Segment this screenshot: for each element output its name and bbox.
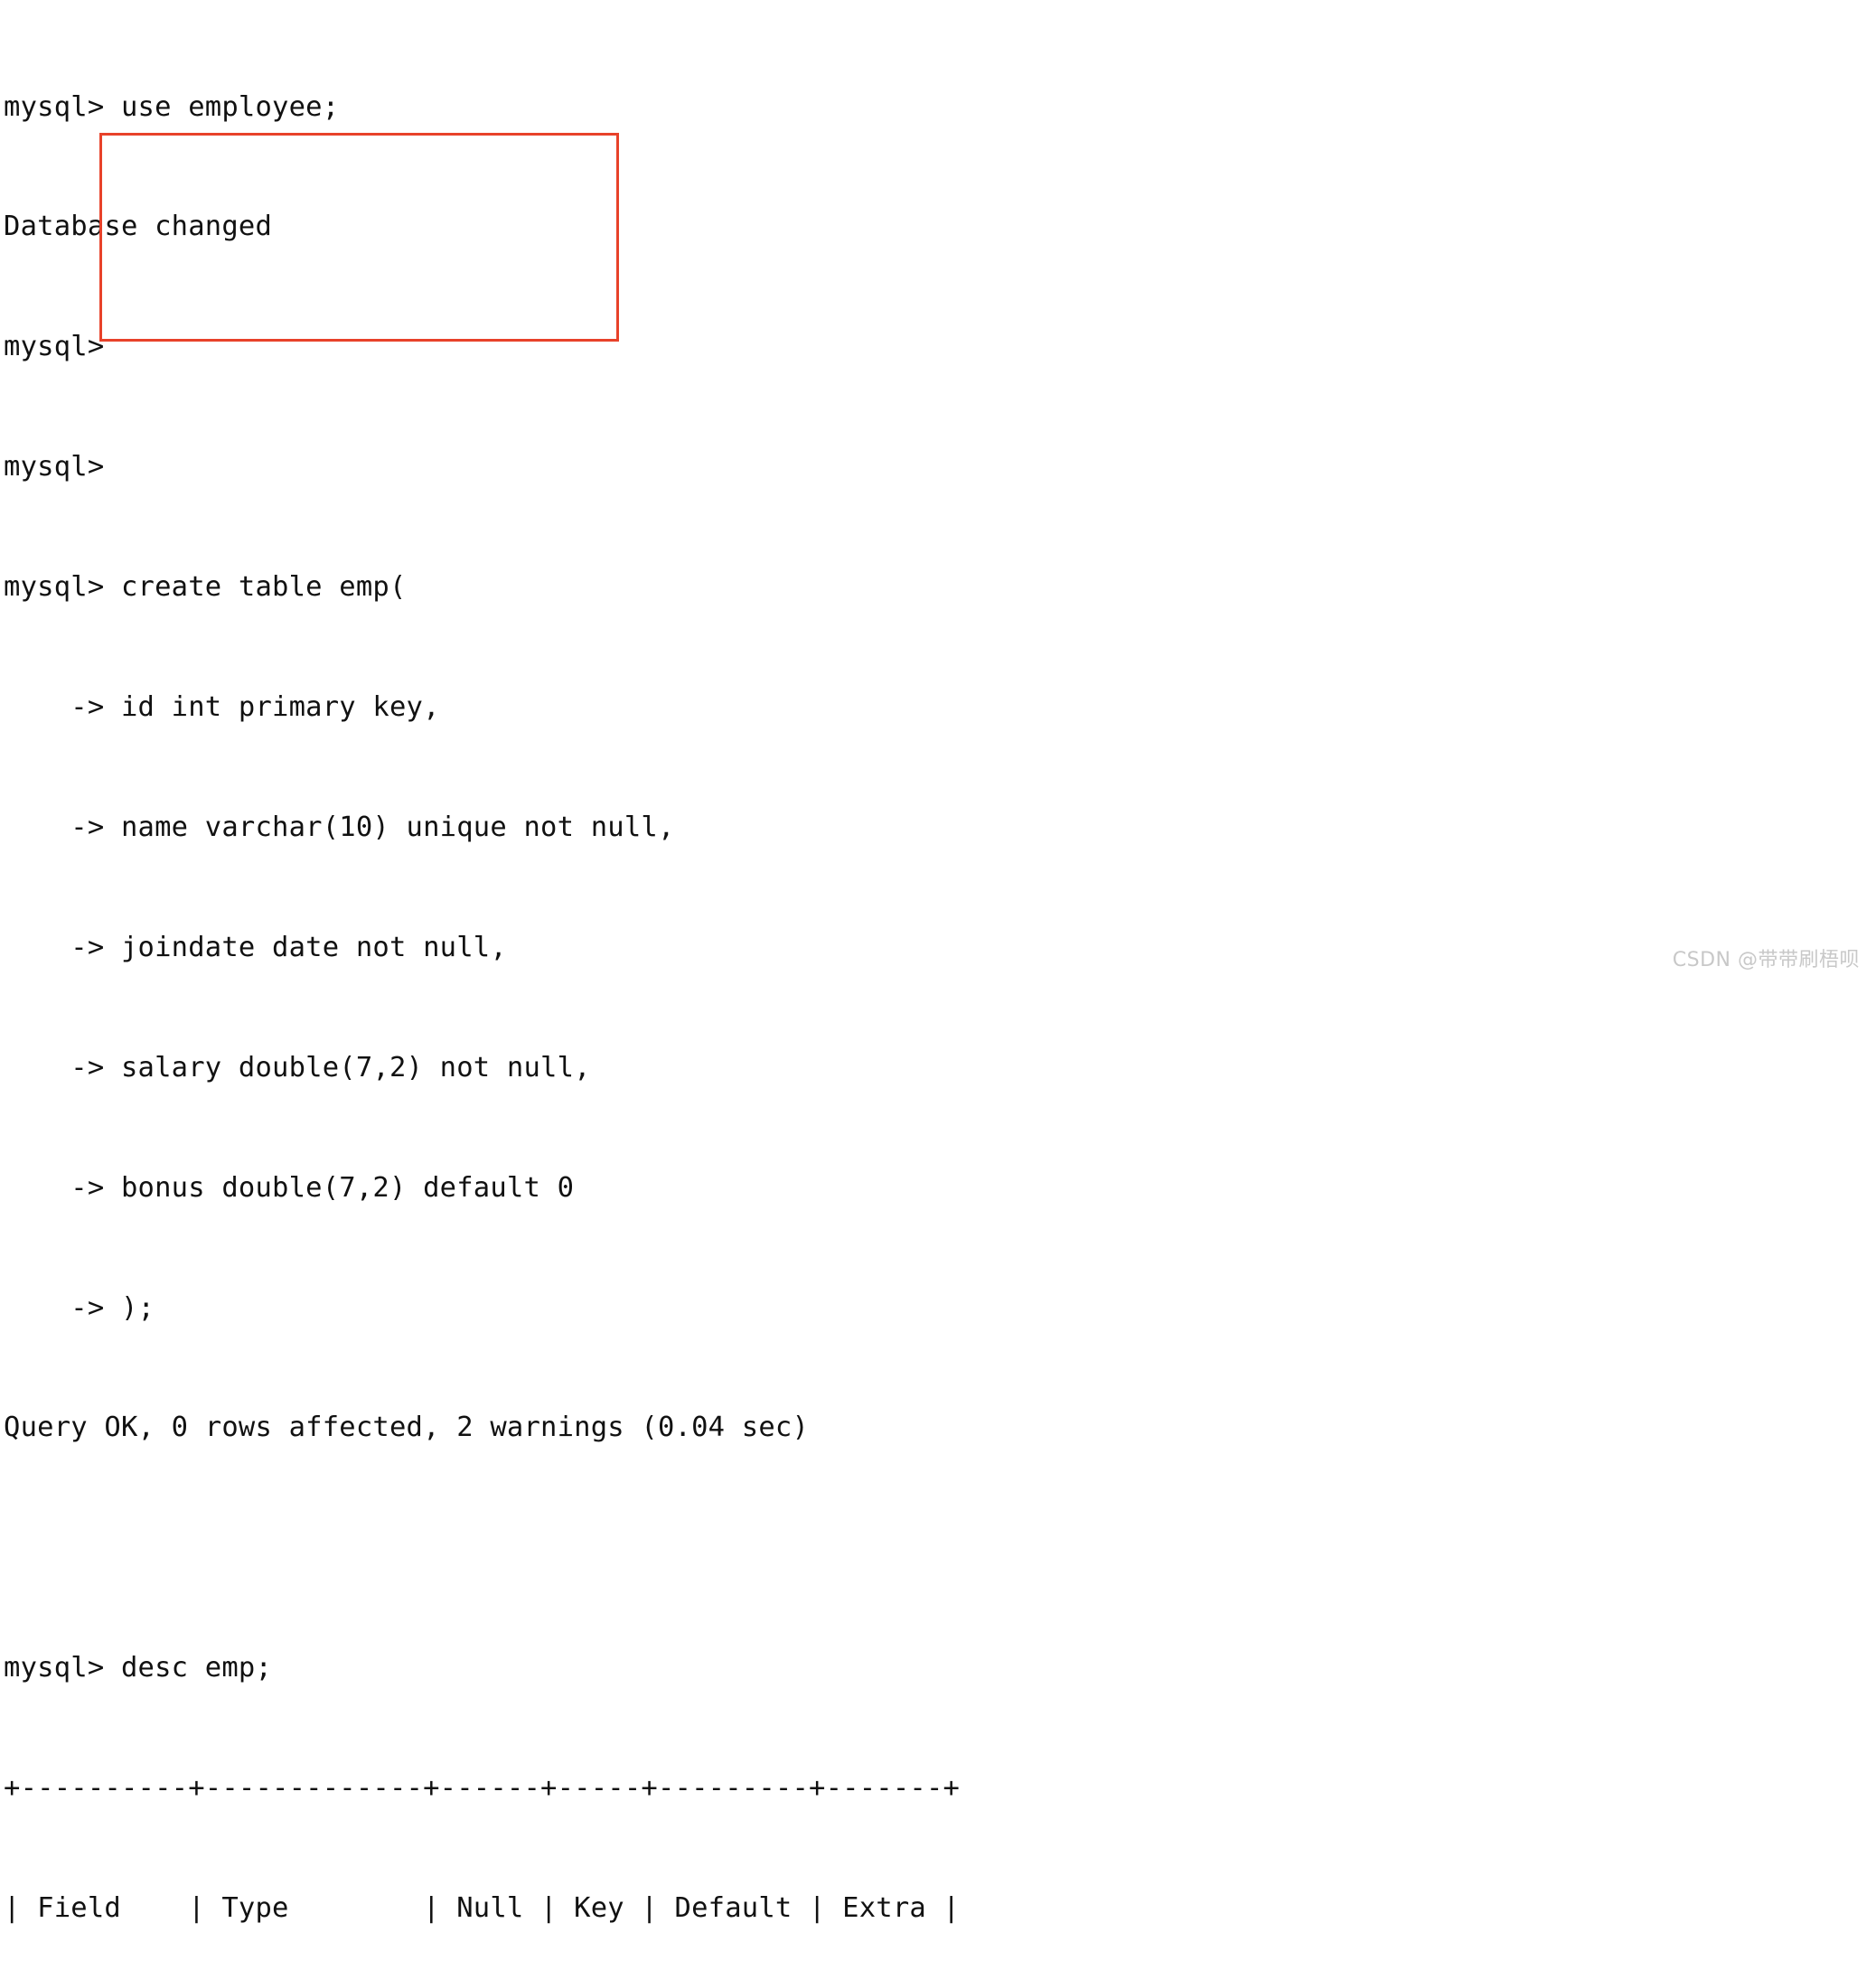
terminal-line-col-name: -> name varchar(10) unique not null, xyxy=(4,811,675,843)
desc-table-top-border: +----------+-------------+------+-----+-… xyxy=(4,1772,961,1805)
terminal-window: mysql> use employee; Database changed my… xyxy=(0,0,1876,1924)
terminal-line: Database changed xyxy=(4,211,273,243)
terminal-line-statement-close: -> ); xyxy=(4,1291,155,1324)
terminal-line: mysql> xyxy=(4,451,105,483)
terminal-line: mysql> xyxy=(4,331,105,363)
terminal-line-col-salary: -> salary double(7,2) not null, xyxy=(4,1051,591,1084)
terminal-line-col-bonus: -> bonus double(7,2) default 0 xyxy=(4,1171,575,1204)
terminal-line-col-joindate: -> joindate date not null, xyxy=(4,931,507,963)
terminal-line-col-id: -> id int primary key, xyxy=(4,691,440,724)
terminal-line-desc-command: mysql> desc emp; xyxy=(4,1652,273,1684)
terminal-output[interactable]: mysql> use employee; Database changed my… xyxy=(4,7,960,1970)
desc-table-header-row: | Field | Type | Null | Key | Default | … xyxy=(4,1891,961,1924)
terminal-line-create-table: mysql> create table emp( xyxy=(4,571,407,604)
csdn-watermark: CSDN @带带刷梧呗 xyxy=(1672,949,1860,971)
terminal-line-query-ok: Query OK, 0 rows affected, 2 warnings (0… xyxy=(4,1412,810,1444)
terminal-line: mysql> use employee; xyxy=(4,90,340,123)
